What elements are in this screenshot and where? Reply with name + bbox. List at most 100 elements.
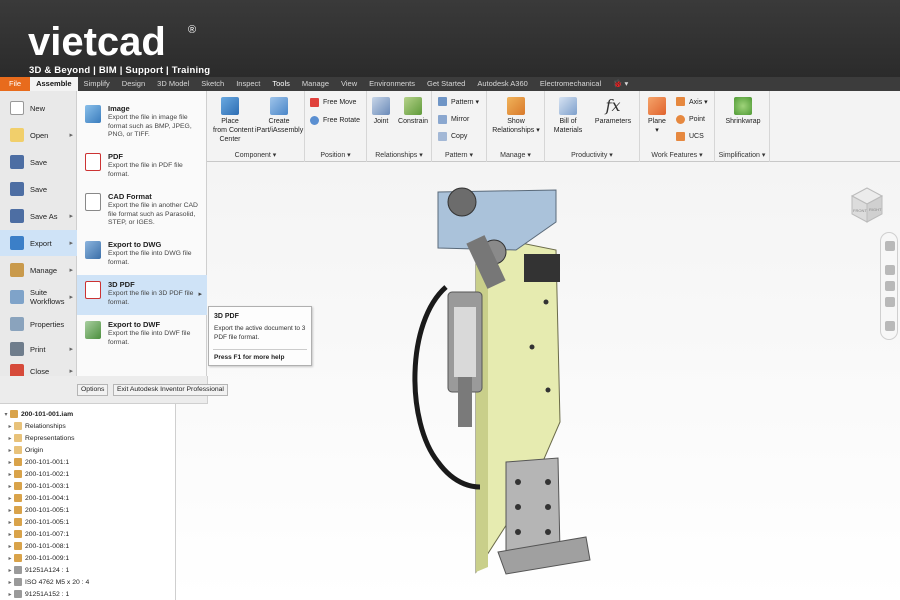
free-move-button[interactable]: Free Move bbox=[310, 98, 356, 107]
pan-icon[interactable] bbox=[885, 265, 895, 275]
ribbon-group-label[interactable]: Manage ▾ bbox=[487, 151, 544, 159]
menu-save[interactable]: Save bbox=[0, 149, 77, 175]
expand-icon[interactable]: ▸ bbox=[6, 495, 14, 502]
tree-row[interactable]: ▸ Relationships bbox=[6, 420, 66, 432]
pattern-button[interactable]: Pattern ▾ bbox=[438, 97, 479, 106]
expand-icon[interactable]: ▸ bbox=[6, 543, 14, 550]
constrain-button[interactable]: Constrain bbox=[396, 97, 430, 126]
tree-row[interactable]: ▸ 200-101-009:1 bbox=[6, 552, 69, 564]
viewcube[interactable]: FRONT RIGHT bbox=[848, 184, 886, 224]
menu-new[interactable]: New bbox=[0, 95, 77, 121]
show-relationships-button[interactable]: Show Relationships ▾ bbox=[491, 97, 541, 135]
create-ipart-button[interactable]: Create iPart/iAssembly bbox=[255, 97, 303, 135]
tab-3d-model[interactable]: 3D Model bbox=[151, 77, 195, 91]
ribbon-group-label[interactable]: Pattern ▾ bbox=[432, 151, 486, 159]
part-icon bbox=[14, 530, 22, 538]
free-rotate-button[interactable]: Free Rotate bbox=[310, 116, 360, 125]
shrinkwrap-button[interactable]: Shrinkwrap bbox=[721, 97, 765, 126]
tab-sketch[interactable]: Sketch bbox=[195, 77, 230, 91]
expand-icon[interactable]: ▸ bbox=[6, 591, 14, 598]
zoom-icon[interactable] bbox=[885, 281, 895, 291]
tab-environments[interactable]: Environments bbox=[363, 77, 421, 91]
expand-icon[interactable]: ▸ bbox=[6, 519, 14, 526]
mirror-button[interactable]: Mirror bbox=[438, 115, 469, 124]
place-content-center-button[interactable]: Place from Content Center bbox=[213, 97, 253, 144]
tab-autodesk-a360[interactable]: Autodesk A360 bbox=[471, 77, 533, 91]
tree-row[interactable]: ▸ 200-101-001:1 bbox=[6, 456, 69, 468]
tab-file[interactable]: File bbox=[0, 77, 31, 91]
expand-icon[interactable]: ▸ bbox=[6, 435, 14, 442]
tree-row[interactable]: ▸ 200-101-005:1 bbox=[6, 516, 69, 528]
menu-save-as[interactable]: Save As ▸ bbox=[0, 203, 77, 229]
bolt bbox=[529, 344, 535, 350]
menu-manage[interactable]: Manage ▸ bbox=[0, 257, 77, 283]
tree-row[interactable]: ▸ 91251A124 : 1 bbox=[6, 564, 69, 576]
parameters-button[interactable]: fx Parameters bbox=[591, 97, 635, 126]
tree-row[interactable]: ▸ 200-101-003:1 bbox=[6, 480, 69, 492]
tree-row[interactable]: ▸ ISO 4762 M5 x 20 : 4 bbox=[6, 576, 89, 588]
expand-icon[interactable]: ▸ bbox=[6, 531, 14, 538]
ribbon-group-label[interactable]: Productivity ▾ bbox=[545, 151, 639, 159]
menu-properties[interactable]: Properties bbox=[0, 311, 77, 337]
orbit-icon[interactable] bbox=[885, 297, 895, 307]
tree-row[interactable]: ▸ 91251A152 : 1 bbox=[6, 588, 69, 600]
exit-button[interactable]: Exit Autodesk Inventor Professional bbox=[113, 384, 228, 396]
export-cad-format-item[interactable]: CAD Format Export the file in another CA… bbox=[77, 187, 207, 227]
tree-row[interactable]: ▸ 200-101-005:1 bbox=[6, 504, 69, 516]
expand-icon[interactable]: ▸ bbox=[6, 423, 14, 430]
tree-row[interactable]: ▸ Representations bbox=[6, 432, 75, 444]
export-dwg-item[interactable]: Export to DWG Export the file into DWG f… bbox=[77, 235, 207, 275]
tab-manage[interactable]: Manage bbox=[296, 77, 335, 91]
expand-icon[interactable]: ▸ bbox=[6, 579, 14, 586]
ribbon-group-label[interactable]: Position ▾ bbox=[305, 151, 366, 159]
tree-row[interactable]: ▸ 200-101-007:1 bbox=[6, 528, 69, 540]
export-pdf-item[interactable]: PDF Export the file in PDF file format. bbox=[77, 147, 207, 187]
tab-design[interactable]: Design bbox=[116, 77, 151, 91]
tab-assemble[interactable]: Assemble bbox=[30, 77, 78, 91]
tab-extra-dropdown[interactable]: 🐞 ▾ bbox=[607, 77, 634, 91]
tree-row[interactable]: ▸ 200-101-004:1 bbox=[6, 492, 69, 504]
bill-of-materials-button[interactable]: Bill of Materials bbox=[549, 97, 587, 135]
tab-get-started[interactable]: Get Started bbox=[421, 77, 471, 91]
tree-row[interactable]: ▸ Origin bbox=[6, 444, 43, 456]
steering-wheel-icon[interactable] bbox=[885, 241, 895, 251]
expand-icon[interactable]: ▸ bbox=[6, 471, 14, 478]
collapse-icon[interactable]: ▾ bbox=[2, 411, 10, 418]
tree-row[interactable]: ▸ 200-101-008:1 bbox=[6, 540, 69, 552]
copy-button[interactable]: Copy bbox=[438, 132, 467, 141]
tab-inspect[interactable]: Inspect bbox=[230, 77, 266, 91]
menu-open[interactable]: Open ▸ bbox=[0, 122, 77, 148]
export-dwf-item[interactable]: Export to DWF Export the file into DWF f… bbox=[77, 315, 207, 355]
expand-icon[interactable]: ▸ bbox=[6, 483, 14, 490]
expand-icon[interactable]: ▸ bbox=[6, 507, 14, 514]
axis-button[interactable]: Axis ▾ bbox=[676, 97, 708, 106]
suite-workflows-icon bbox=[10, 290, 24, 304]
tab-simplify[interactable]: Simplify bbox=[78, 77, 116, 91]
tab-view[interactable]: View bbox=[335, 77, 363, 91]
joint-button[interactable]: Joint bbox=[370, 97, 392, 126]
ucs-button[interactable]: UCS bbox=[676, 132, 704, 141]
export-3d-pdf-item[interactable]: 3D PDF Export the file in 3D PDF file fo… bbox=[77, 275, 207, 315]
tree-row[interactable]: ▸ 200-101-002:1 bbox=[6, 468, 69, 480]
options-button[interactable]: Options bbox=[77, 384, 109, 396]
ribbon-group-label[interactable]: Component ▾ bbox=[207, 151, 304, 159]
menu-suite-workflows[interactable]: Suite Workflows ▸ bbox=[0, 284, 77, 310]
expand-icon[interactable]: ▸ bbox=[6, 567, 14, 574]
point-button[interactable]: Point bbox=[676, 115, 705, 124]
ribbon-group-label[interactable]: Work Features ▾ bbox=[640, 151, 714, 159]
export-image-item[interactable]: Image Export the file in image file form… bbox=[77, 99, 207, 139]
menu-save-2[interactable]: Save bbox=[0, 176, 77, 202]
tab-electromechanical[interactable]: Electromechanical bbox=[534, 77, 607, 91]
look-at-icon[interactable] bbox=[885, 321, 895, 331]
menu-export[interactable]: Export ▸ bbox=[0, 230, 77, 256]
manage-icon bbox=[10, 263, 24, 277]
plane-button[interactable]: Plane ▾ bbox=[644, 97, 670, 135]
expand-icon[interactable]: ▸ bbox=[6, 555, 14, 562]
ribbon-group-label[interactable]: Relationships ▾ bbox=[367, 151, 431, 159]
ribbon-group-label[interactable]: Simplification ▾ bbox=[715, 151, 769, 159]
assembly-model[interactable] bbox=[176, 162, 900, 600]
expand-icon[interactable]: ▸ bbox=[6, 459, 14, 466]
tree-row-assembly[interactable]: ▾ 200-101-001.iam bbox=[2, 408, 73, 420]
expand-icon[interactable]: ▸ bbox=[6, 447, 14, 454]
tab-tools[interactable]: Tools bbox=[266, 77, 296, 91]
